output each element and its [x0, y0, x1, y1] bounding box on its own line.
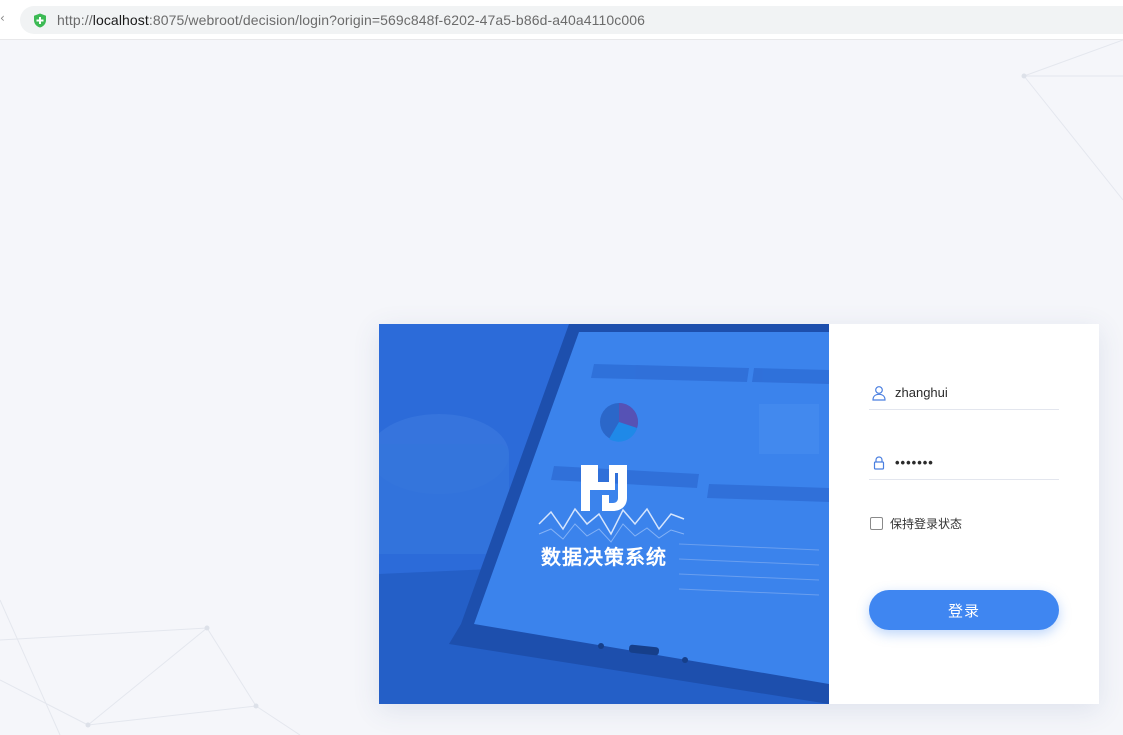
remember-label[interactable]: 保持登录状态 — [890, 515, 962, 532]
hero-banner: 数据决策系统 — [379, 324, 829, 704]
back-chevron-icon[interactable]: ‹ — [0, 11, 5, 25]
brand-title: 数据决策系统 — [541, 545, 667, 569]
login-button[interactable]: 登录 — [869, 590, 1059, 630]
password-field[interactable]: ••••••• — [869, 446, 1059, 480]
address-url[interactable]: http://localhost:8075/webroot/decision/l… — [57, 12, 645, 28]
lock-icon — [873, 455, 885, 470]
login-form: zhanghui ••••••• 保持登录状态 登录 — [829, 324, 1099, 704]
remember-me[interactable]: 保持登录状态 — [870, 515, 962, 532]
login-card: 数据决策系统 zhanghui ••••••• 保持登录状态 登录 — [379, 324, 1099, 704]
password-input[interactable]: ••••••• — [895, 455, 934, 470]
remember-checkbox[interactable] — [870, 517, 883, 530]
shield-plus-icon[interactable] — [33, 13, 47, 28]
brand-block: 数据决策系统 — [379, 462, 829, 570]
username-field[interactable]: zhanghui — [869, 376, 1059, 410]
user-icon — [872, 385, 886, 401]
fr-logo-icon — [581, 465, 627, 511]
url-path: :8075/webroot/decision/login?origin=569c… — [148, 12, 646, 28]
username-input[interactable]: zhanghui — [895, 385, 948, 400]
url-prefix: http:// — [57, 12, 93, 28]
address-bar[interactable]: http://localhost:8075/webroot/decision/l… — [20, 6, 1123, 34]
browser-toolbar: ‹ http://localhost:8075/webroot/decision… — [0, 0, 1123, 40]
url-host: localhost — [92, 12, 149, 28]
